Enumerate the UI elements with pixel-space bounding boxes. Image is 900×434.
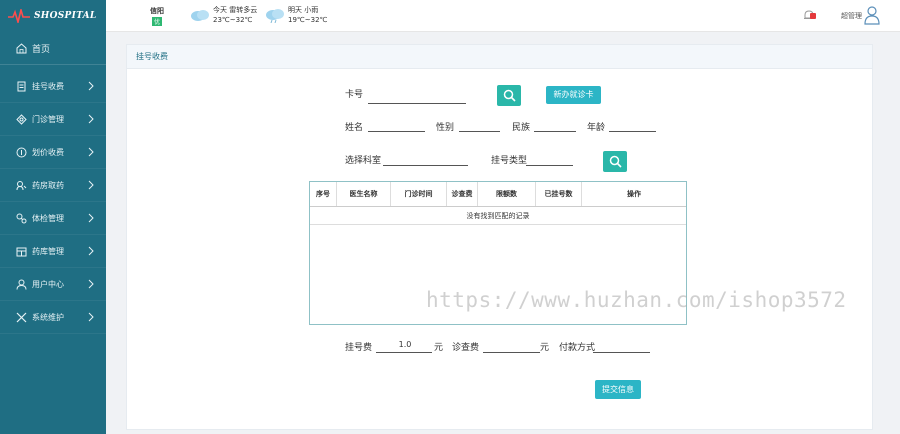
- city-weather: 信阳 优: [150, 6, 164, 27]
- chevron-right-icon: [88, 312, 94, 322]
- home-icon: [16, 42, 27, 53]
- chevron-right-icon: [88, 279, 94, 289]
- heartbeat-icon: [8, 9, 30, 23]
- col-exam-fee: 诊查费: [447, 182, 478, 206]
- notification-badge: [810, 13, 816, 19]
- sidebar-item-label: 门诊管理: [32, 114, 64, 124]
- reg-fee-input[interactable]: [376, 352, 432, 353]
- exam-fee-label: 诊查费: [452, 343, 480, 353]
- exam-fee-input[interactable]: [483, 352, 540, 353]
- ethnicity-label: 民族: [512, 123, 531, 133]
- outpatient-icon: [16, 113, 27, 125]
- sidebar-item-system[interactable]: 系统维护: [0, 301, 106, 334]
- logo[interactable]: SHOSPITAL: [0, 0, 106, 32]
- col-time: 门诊时间: [391, 182, 447, 206]
- weather-tomorrow: 明天 小雨 19℃~32℃: [265, 5, 327, 25]
- sidebar-item-user-center[interactable]: 用户中心: [0, 268, 106, 301]
- name-label: 姓名: [345, 123, 364, 133]
- search-icon: [503, 89, 516, 102]
- reg-type-label: 挂号类型: [491, 156, 528, 166]
- panel-title: 挂号收费: [127, 45, 872, 69]
- col-doctor: 医生名称: [337, 182, 391, 206]
- col-registered: 已挂号数: [536, 182, 582, 206]
- sidebar-item-label: 药库管理: [32, 246, 64, 256]
- payment-label: 付款方式: [559, 343, 596, 353]
- warehouse-icon: [16, 247, 27, 256]
- city-name: 信阳: [150, 7, 164, 15]
- submit-button[interactable]: 提交信息: [595, 380, 641, 399]
- gender-input[interactable]: [459, 131, 500, 132]
- watermark: https://www.huzhan.com/ishop3572: [426, 288, 847, 312]
- sidebar-item-pharmacy[interactable]: 药房取药: [0, 169, 106, 202]
- weather-today-temp: 23℃~32℃: [213, 16, 253, 24]
- register-icon: [17, 81, 26, 91]
- logo-text: SHOSPITAL: [34, 11, 97, 21]
- chevron-right-icon: [88, 180, 94, 190]
- sidebar-item-label: 系统维护: [32, 312, 64, 322]
- age-label: 年龄: [587, 123, 606, 133]
- col-index: 序号: [310, 182, 337, 206]
- reg-fee-label: 挂号费: [345, 343, 373, 353]
- exam-fee-unit: 元: [540, 343, 550, 353]
- aqi-badge: 优: [151, 17, 162, 26]
- weather-today: 今天 雷转多云 23℃~32℃: [190, 5, 257, 25]
- card-search-button[interactable]: [497, 85, 521, 106]
- weather-tomorrow-desc: 明天 小雨: [288, 6, 319, 14]
- rain-cloud-icon: [266, 9, 284, 23]
- table-header: 序号 医生名称 门诊时间 诊查费 限额数 已挂号数 操作: [310, 182, 686, 207]
- user-avatar-icon[interactable]: [864, 5, 880, 25]
- sidebar-item-pricing[interactable]: 划价收费: [0, 136, 106, 169]
- checkup-icon: [16, 213, 27, 223]
- pricing-icon: [16, 147, 27, 157]
- pharmacy-icon: [16, 180, 27, 190]
- sidebar-item-label: 用户中心: [32, 279, 64, 289]
- age-input[interactable]: [609, 131, 656, 132]
- new-card-button[interactable]: 新办就诊卡: [546, 86, 601, 104]
- sidebar-item-register[interactable]: 挂号收费: [0, 70, 106, 103]
- top-bar: SHOSPITAL 信阳 优 今天 雷转多云 23℃~32℃ 明天 小雨 19℃…: [0, 0, 900, 32]
- ethnicity-input[interactable]: [534, 131, 576, 132]
- card-no-label: 卡号: [345, 90, 364, 100]
- cloud-icon: [191, 10, 209, 21]
- search-icon: [609, 155, 622, 168]
- sidebar-item-label: 药房取药: [32, 180, 64, 190]
- tools-icon: [16, 312, 27, 322]
- sidebar-item-label: 体检管理: [32, 213, 64, 223]
- reg-fee-value[interactable]: 1.0: [378, 340, 432, 349]
- sidebar-item-home[interactable]: 首页: [0, 32, 106, 65]
- sidebar-item-warehouse[interactable]: 药库管理: [0, 235, 106, 268]
- name-input[interactable]: [368, 131, 425, 132]
- department-label: 选择科室: [345, 156, 382, 166]
- admin-name[interactable]: 超管理: [841, 11, 862, 21]
- reg-fee-unit: 元: [434, 343, 444, 353]
- reg-type-select[interactable]: [526, 165, 573, 166]
- sidebar-item-label: 划价收费: [32, 147, 64, 157]
- weather-tomorrow-temp: 19℃~32℃: [288, 16, 328, 24]
- sidebar-item-label: 挂号收费: [32, 81, 64, 91]
- weather-today-desc: 今天 雷转多云: [213, 6, 258, 14]
- chevron-right-icon: [88, 147, 94, 157]
- sidebar-item-outpatient[interactable]: 门诊管理: [0, 103, 106, 136]
- sidebar-home-label: 首页: [32, 44, 51, 55]
- doctor-search-button[interactable]: [603, 151, 627, 172]
- table-empty-message: 没有找到匹配的记录: [310, 207, 686, 225]
- user-icon: [16, 279, 27, 290]
- col-action: 操作: [627, 190, 641, 198]
- chevron-right-icon: [88, 114, 94, 124]
- chevron-right-icon: [88, 246, 94, 256]
- sidebar-item-checkup[interactable]: 体检管理: [0, 202, 106, 235]
- chevron-right-icon: [88, 213, 94, 223]
- payment-select[interactable]: [593, 352, 650, 353]
- department-select[interactable]: [383, 165, 468, 166]
- card-no-input[interactable]: [368, 103, 466, 104]
- sidebar: 首页 挂号收费 门诊管理 划价收费 药房取药 体检管理 药库管理 用户中心 系统…: [0, 32, 106, 434]
- gender-label: 性别: [436, 123, 455, 133]
- col-quota: 限额数: [478, 182, 536, 206]
- chevron-right-icon: [88, 81, 94, 91]
